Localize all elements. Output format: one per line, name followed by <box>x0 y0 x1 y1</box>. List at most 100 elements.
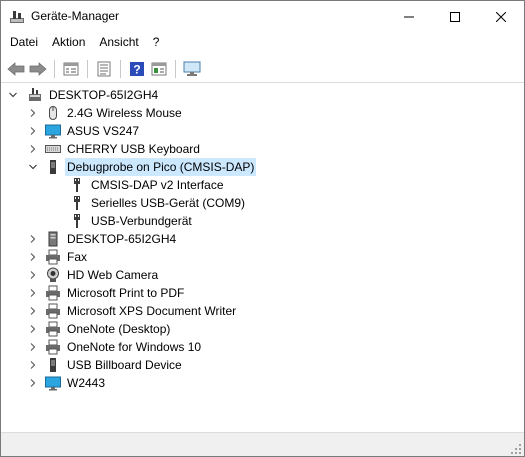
monitor-scan-icon <box>183 61 201 76</box>
device-icon <box>45 357 61 373</box>
printer-icon <box>45 249 61 265</box>
close-icon <box>496 11 506 22</box>
tree-item-label: 2.4G Wireless Mouse <box>67 106 182 120</box>
computer-icon <box>45 231 61 247</box>
chevron-right-icon[interactable] <box>27 374 39 392</box>
toolbar-separator <box>175 59 176 78</box>
scan-hardware-button[interactable] <box>181 58 203 80</box>
device-manager-app-icon <box>9 9 25 25</box>
menu-help[interactable]: ? <box>146 33 167 52</box>
chevron-right-icon[interactable] <box>27 284 39 302</box>
chevron-right-icon[interactable] <box>27 320 39 338</box>
tree-item-label: Serielles USB-Gerät (COM9) <box>91 196 246 210</box>
tree-item-label: Microsoft XPS Document Writer <box>67 304 237 318</box>
device-manager-window: Geräte-Manager Datei Aktion Ansicht ? ? … <box>0 0 525 457</box>
monitor-icon <box>45 375 61 391</box>
tree-item-label: HD Web Camera <box>67 268 159 282</box>
chevron-right-icon[interactable] <box>27 302 39 320</box>
usb-icon <box>69 213 85 229</box>
chevron-right-icon[interactable] <box>27 338 39 356</box>
close-button[interactable] <box>478 1 524 32</box>
usb-icon <box>69 177 85 193</box>
tree-item-label: Fax <box>67 250 88 264</box>
properties-icon <box>151 62 167 75</box>
tree-item-w2443[interactable]: W2443 <box>27 374 107 392</box>
minimize-icon <box>404 16 414 17</box>
tree-root-label: DESKTOP-65I2GH4 <box>49 88 159 102</box>
mouse-icon <box>45 105 61 121</box>
tree-root-node[interactable]: DESKTOP-65I2GH4 <box>7 86 160 104</box>
chevron-down-icon[interactable] <box>7 86 19 104</box>
webcam-icon <box>45 267 61 283</box>
forward-icon <box>29 61 47 76</box>
list-view-icon <box>97 61 111 76</box>
device-icon <box>45 159 61 175</box>
properties-view-icon <box>63 62 79 75</box>
toolbar-separator <box>87 59 88 78</box>
chevron-right-icon[interactable] <box>27 248 39 266</box>
tree-item-webcam[interactable]: HD Web Camera <box>27 266 160 284</box>
tree-item-label: CMSIS-DAP v2 Interface <box>91 178 224 192</box>
properties-button[interactable] <box>148 58 170 80</box>
printer-icon <box>45 285 61 301</box>
printer-icon <box>45 303 61 319</box>
tree-item-debugprobe[interactable]: Debugprobe on Pico (CMSIS-DAP) <box>27 158 257 176</box>
tree-item-usb-billboard[interactable]: USB Billboard Device <box>27 356 184 374</box>
tree-item-onenote-win10[interactable]: OneNote for Windows 10 <box>27 338 203 356</box>
tree-item-label: DESKTOP-65I2GH4 <box>67 232 177 246</box>
tree-item-print-to-pdf[interactable]: Microsoft Print to PDF <box>27 284 186 302</box>
minimize-button[interactable] <box>386 1 432 32</box>
maximize-icon <box>450 11 460 22</box>
menu-bar: Datei Aktion Ansicht ? <box>1 32 524 53</box>
help-icon: ? <box>130 61 144 76</box>
tree-item-label: CHERRY USB Keyboard <box>67 142 200 156</box>
device-tree[interactable]: DESKTOP-65I2GH4 2.4G Wireless Mouse ASUS… <box>1 84 524 427</box>
tree-child-serial-usb-device[interactable]: Serielles USB-Gerät (COM9) <box>51 194 247 212</box>
tree-item-cherry-keyboard[interactable]: CHERRY USB Keyboard <box>27 140 202 158</box>
menu-ansicht[interactable]: Ansicht <box>92 33 145 52</box>
tree-item-label: USB Billboard Device <box>67 358 182 372</box>
chevron-down-icon[interactable] <box>27 158 39 176</box>
toolbar-separator <box>120 59 121 78</box>
help-button[interactable]: ? <box>126 58 148 80</box>
tree-child-cmsis-dap-interface[interactable]: CMSIS-DAP v2 Interface <box>51 176 226 194</box>
back-icon <box>7 61 25 76</box>
forward-button[interactable] <box>27 58 49 80</box>
chevron-right-icon[interactable] <box>27 266 39 284</box>
menu-aktion[interactable]: Aktion <box>45 33 92 52</box>
tree-item-label: USB-Verbundgerät <box>91 214 192 228</box>
chevron-right-icon[interactable] <box>27 104 39 122</box>
chevron-right-icon[interactable] <box>27 140 39 158</box>
computer-icon <box>27 87 43 103</box>
maximize-button[interactable] <box>432 1 478 32</box>
menu-datei[interactable]: Datei <box>1 33 45 52</box>
chevron-right-icon[interactable] <box>27 230 39 248</box>
toolbar: ? <box>1 55 524 83</box>
tree-item-wireless-mouse[interactable]: 2.4G Wireless Mouse <box>27 104 184 122</box>
printer-icon <box>45 339 61 355</box>
tree-item-label: OneNote (Desktop) <box>67 322 171 336</box>
tree-child-usb-composite[interactable]: USB-Verbundgerät <box>51 212 194 230</box>
status-bar <box>1 432 524 456</box>
usb-icon <box>69 195 85 211</box>
tree-item-fax[interactable]: Fax <box>27 248 89 266</box>
tree-item-label: ASUS VS247 <box>67 124 140 138</box>
window-title: Geräte-Manager <box>31 9 120 23</box>
chevron-right-icon[interactable] <box>27 356 39 374</box>
title-bar[interactable]: Geräte-Manager <box>1 1 524 32</box>
chevron-right-icon[interactable] <box>27 122 39 140</box>
toolbar-separator <box>54 59 55 78</box>
properties-view-button[interactable] <box>60 58 82 80</box>
tree-item-xps-writer[interactable]: Microsoft XPS Document Writer <box>27 302 238 320</box>
keyboard-icon <box>45 141 61 157</box>
list-view-button[interactable] <box>93 58 115 80</box>
tree-item-label: W2443 <box>67 376 106 390</box>
resize-grip-icon[interactable] <box>510 443 522 455</box>
back-button[interactable] <box>5 58 27 80</box>
tree-item-asus-vs247[interactable]: ASUS VS247 <box>27 122 141 140</box>
tree-item-desktop[interactable]: DESKTOP-65I2GH4 <box>27 230 178 248</box>
tree-item-onenote-desktop[interactable]: OneNote (Desktop) <box>27 320 172 338</box>
